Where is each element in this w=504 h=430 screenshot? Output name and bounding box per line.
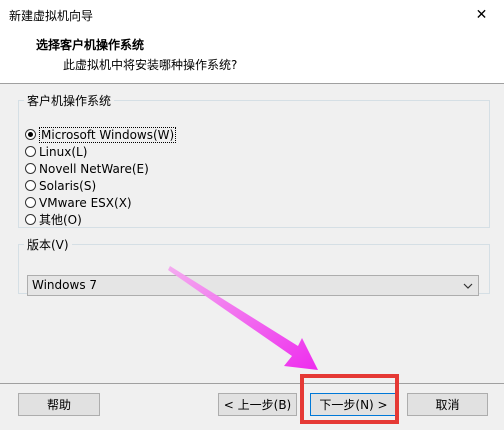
page-title: 选择客户机操作系统: [36, 38, 145, 52]
guest-os-legend: 客户机操作系统: [27, 94, 112, 108]
version-select-value: Windows 7: [32, 278, 98, 292]
radio-option-solaris[interactable]: Solaris(S): [25, 177, 96, 194]
radio-option-netware[interactable]: Novell NetWare(E): [25, 160, 149, 177]
footer-separator: [0, 383, 504, 384]
window-title: 新建虚拟机向导: [9, 9, 94, 23]
radio-button[interactable]: [25, 197, 36, 208]
title-bar: 新建虚拟机向导 ✕: [0, 0, 504, 30]
chevron-down-icon[interactable]: [459, 276, 476, 295]
next-button[interactable]: 下一步(N) >: [310, 393, 397, 416]
radio-label: Solaris(S): [39, 178, 97, 193]
radio-option-other[interactable]: 其他(O): [25, 211, 82, 228]
page-subtitle: 此虚拟机中将安装哪种操作系统?: [63, 58, 238, 72]
radio-label: VMware ESX(X): [39, 195, 132, 210]
radio-option-esx[interactable]: VMware ESX(X): [25, 194, 132, 211]
radio-option-windows[interactable]: Microsoft Windows(W): [25, 126, 177, 143]
radio-label: Microsoft Windows(W): [39, 126, 177, 143]
radio-button[interactable]: [25, 163, 36, 174]
back-button[interactable]: < 上一步(B): [218, 393, 297, 416]
radio-label: Linux(L): [39, 144, 88, 159]
radio-button[interactable]: [25, 214, 36, 225]
close-button[interactable]: ✕: [459, 0, 504, 29]
guest-os-group: 客户机操作系统 Microsoft Windows(W) Linux(L) No…: [18, 92, 490, 228]
help-button[interactable]: 帮助: [18, 393, 100, 416]
wizard-header: 选择客户机操作系统 此虚拟机中将安装哪种操作系统?: [0, 29, 504, 84]
close-icon: ✕: [475, 6, 488, 23]
radio-button[interactable]: [25, 146, 36, 157]
radio-button[interactable]: [25, 180, 36, 191]
version-group: 版本(V) Windows 7: [18, 236, 490, 296]
version-legend: 版本(V): [27, 238, 69, 252]
radio-option-linux[interactable]: Linux(L): [25, 143, 87, 160]
cancel-button[interactable]: 取消: [407, 393, 488, 416]
new-vm-wizard-window: 新建虚拟机向导 ✕ 选择客户机操作系统 此虚拟机中将安装哪种操作系统? 客户机操…: [0, 0, 504, 430]
radio-label: Novell NetWare(E): [39, 161, 149, 176]
radio-button[interactable]: [25, 129, 36, 140]
radio-label: 其他(O): [39, 213, 82, 227]
version-select[interactable]: Windows 7: [27, 275, 479, 296]
